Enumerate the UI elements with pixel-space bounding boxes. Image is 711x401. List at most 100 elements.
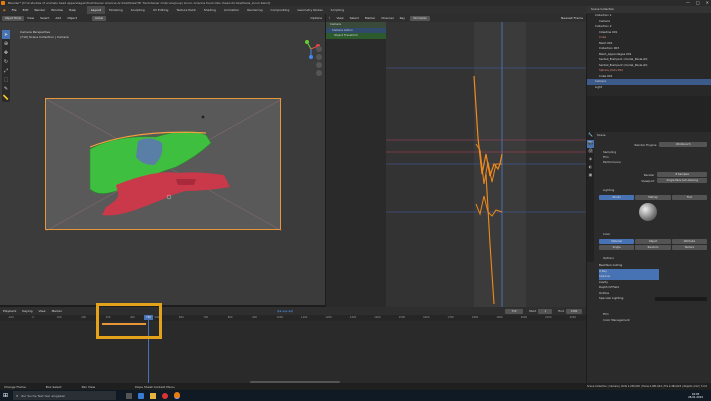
grid-icon[interactable] (316, 70, 322, 76)
edge-icon[interactable] (138, 392, 144, 399)
lighting-studio[interactable]: Studio (599, 195, 635, 200)
outliner-row[interactable]: Light (587, 85, 711, 91)
tab-rendering[interactable]: Rendering (243, 6, 266, 14)
windows-start-icon[interactable]: ⊞ (0, 390, 11, 401)
tab-texture-paint[interactable]: Texture Paint (172, 6, 199, 14)
camera-view-icon[interactable] (316, 62, 322, 68)
transform-tool-icon[interactable]: ⬚ (2, 75, 10, 84)
viewport-menu-select[interactable]: Select (37, 14, 52, 22)
graph-menu-select[interactable]: Select (347, 14, 362, 22)
output-tab-icon[interactable]: 🖨 (587, 148, 594, 156)
color-material[interactable]: Material (599, 239, 635, 244)
end-field[interactable]: 1200 (566, 308, 583, 314)
specimen-model[interactable] (45, 98, 283, 232)
graph-menu-channel[interactable]: Channel (378, 14, 396, 22)
timeline-menu-marker[interactable]: Marker (49, 307, 65, 315)
outline-color-swatch[interactable] (655, 297, 707, 301)
menu-help[interactable]: Help (66, 6, 79, 14)
select-tool-icon[interactable]: ➤ (2, 30, 10, 39)
studio-light-sphere[interactable] (639, 203, 657, 221)
status-box-select: Box Select (45, 384, 62, 389)
viewport-aa-dropdown[interactable]: Single Pass Anti-Aliasing (657, 178, 707, 183)
transform-orientation[interactable]: Global (91, 15, 106, 21)
tab-animation[interactable]: Animation (220, 6, 243, 14)
play-controls-icon[interactable]: ▮◀ ◀ ▶ ▶▮ (274, 307, 295, 315)
status-bar: Change Frame Box Select Pan View Dope Sh… (0, 383, 711, 390)
section-color[interactable]: Color (595, 232, 610, 237)
color-texture[interactable]: Texture (671, 245, 707, 250)
scene-tab-icon[interactable]: ◈ (587, 156, 594, 164)
current-frame-field[interactable]: 710 (504, 308, 523, 314)
section-lighting[interactable]: Lighting (595, 188, 614, 193)
timeline-menu-playback[interactable]: Playback (0, 307, 19, 315)
render-engine-dropdown[interactable]: Workbench (659, 142, 707, 147)
taskbar-clock[interactable]: 16:05 26.01.2022 (688, 393, 703, 399)
normalize-toggle[interactable]: Normalize (410, 15, 431, 21)
explorer-icon[interactable] (150, 392, 156, 399)
rotate-tool-icon[interactable]: ↻ (2, 57, 10, 66)
section-performance[interactable]: Performance (595, 160, 709, 165)
graph-menu-key[interactable]: Key (397, 14, 408, 22)
color-object[interactable]: Object (635, 239, 671, 244)
tab-layout[interactable]: Layout (86, 6, 106, 14)
tab-scripting[interactable]: Scripting (327, 6, 348, 14)
menu-window[interactable]: Window (48, 6, 66, 14)
tab-compositing[interactable]: Compositing (267, 6, 294, 14)
tab-modeling[interactable]: Modeling (105, 6, 127, 14)
render-tab-icon[interactable]: 📷 (587, 140, 594, 148)
move-tool-icon[interactable]: ✥ (2, 48, 10, 57)
timeline-tick-label: 100 (56, 316, 62, 319)
timeline-tick-label: 1300 (349, 316, 357, 319)
channel-object-transform[interactable]: Object Transform (326, 33, 386, 39)
menu-edit[interactable]: Edit (20, 6, 32, 14)
tool-shelf: ➤ ⊕ ✥ ↻ ⤢ ⬚ ✎ 📏 (2, 30, 10, 102)
color-random[interactable]: Random (635, 245, 671, 250)
section-options[interactable]: Options (595, 256, 614, 261)
task-view-icon[interactable] (126, 392, 132, 399)
color-attribute[interactable]: Attribute (671, 239, 707, 244)
lighting-matcap[interactable]: Matcap (635, 195, 671, 200)
timeline[interactable]: Playback Keying View Marker ▮◀ ◀ ▶ ▶▮ 71… (0, 307, 586, 384)
window-title: Blender* [D:\0 studies of animals head a… (8, 1, 271, 5)
mode-selector[interactable]: Object Mode (2, 15, 24, 21)
start-field[interactable]: 1 (538, 308, 553, 314)
section-color-management[interactable]: Color Management (595, 318, 630, 323)
annotate-tool-icon[interactable]: ✎ (2, 84, 10, 93)
graph-menu-marker[interactable]: Marker (362, 14, 378, 22)
scale-tool-icon[interactable]: ⤢ (2, 66, 10, 75)
pivot-selector[interactable]: Nearest Frame (558, 14, 586, 22)
world-tab-icon[interactable]: ◐ (587, 164, 594, 172)
tool-tab-icon[interactable]: 🔧 (587, 132, 594, 140)
tab-sculpting[interactable]: Sculpting (127, 6, 149, 14)
viewport-menu-view[interactable]: View (24, 14, 37, 22)
object-tab-icon[interactable]: ▣ (587, 172, 594, 180)
blender-menu-icon[interactable]: ◉ (0, 6, 9, 14)
timeline-tick-label: 2000 (520, 316, 528, 319)
viewport-options[interactable]: Options (307, 14, 325, 22)
timeline-menu-view[interactable]: View (35, 307, 48, 315)
blender-taskbar-icon[interactable] (174, 392, 180, 399)
section-film-footer[interactable]: Film (595, 312, 609, 317)
timeline-ruler[interactable]: -100 0 100 200 300 400 500 600 700 800 900 1000 1100… (0, 315, 586, 321)
zoom-icon[interactable] (316, 46, 322, 52)
cursor-tool-icon[interactable]: ⊕ (2, 39, 10, 48)
taskbar-search[interactable]: ⌕ Zur Suche Text hier eingeben (13, 391, 116, 400)
measure-tool-icon[interactable]: 📏 (2, 93, 10, 102)
viewport-menu-add[interactable]: Add (52, 14, 64, 22)
timeline-menu-keying[interactable]: Keying (19, 307, 35, 315)
menu-render[interactable]: Render (31, 6, 48, 14)
app-icon[interactable] (162, 392, 168, 399)
viewport-menu-object[interactable]: Object (64, 14, 80, 22)
timeline-tick-label: 200 (81, 316, 87, 319)
color-single[interactable]: Single (599, 245, 635, 250)
menu-file[interactable]: File (9, 6, 20, 14)
pan-icon[interactable] (316, 54, 322, 60)
tab-uv-editing[interactable]: UV Editing (149, 6, 173, 14)
timeline-tick-label: 1700 (447, 316, 454, 319)
render-aa-dropdown[interactable]: 8 Samples (657, 172, 707, 177)
tab-geometry-nodes[interactable]: Geometry Nodes (293, 6, 326, 14)
graph-menu-view[interactable]: View (333, 14, 346, 22)
lighting-flat[interactable]: Flat (671, 195, 707, 200)
graph-editor-type-icon[interactable]: ⌇ (326, 14, 333, 22)
tab-shading[interactable]: Shading (200, 6, 220, 14)
